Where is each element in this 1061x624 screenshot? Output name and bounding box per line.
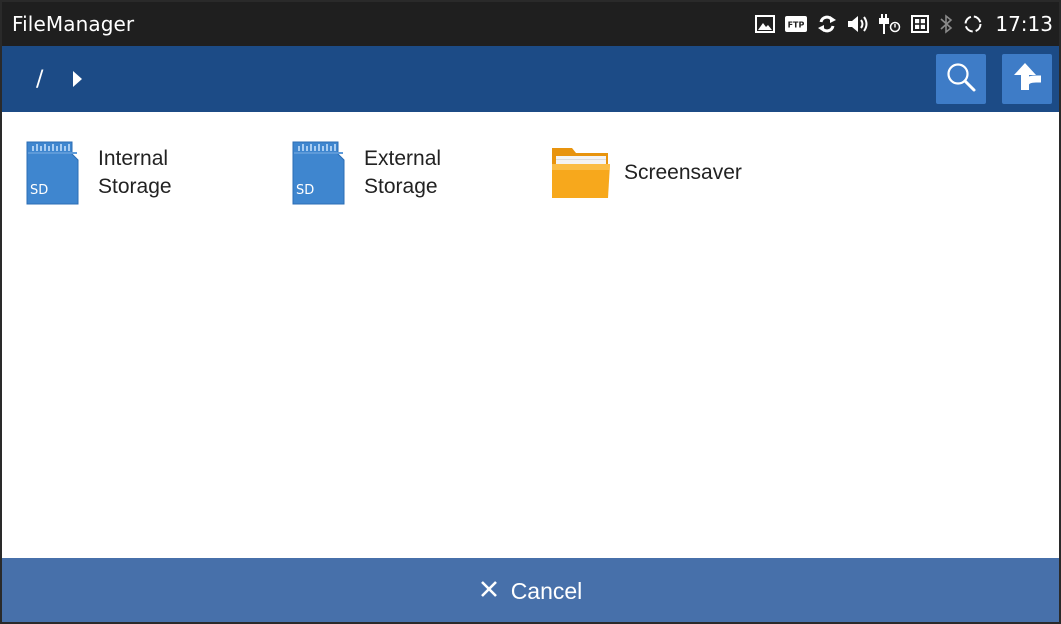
status-bar: FileManager FTP 17:13 — [2, 2, 1059, 46]
cancel-button[interactable]: Cancel — [2, 558, 1059, 622]
folder-icon — [550, 140, 610, 206]
app-title: FileManager — [12, 12, 135, 36]
search-button[interactable] — [936, 54, 986, 104]
bluetooth-icon — [939, 14, 953, 34]
file-label: Internal Storage — [98, 147, 172, 198]
cancel-label: Cancel — [510, 577, 583, 604]
toolbar-buttons — [936, 54, 1059, 104]
up-directory-icon — [1010, 60, 1044, 98]
clock: 17:13 — [995, 12, 1053, 36]
sim-icon — [911, 14, 930, 34]
close-icon — [479, 579, 499, 603]
volume-icon — [847, 14, 869, 34]
up-directory-button[interactable] — [1002, 54, 1052, 104]
breadcrumb-root[interactable]: / — [36, 67, 43, 92]
file-list: SD Internal Storage SD External Storage … — [2, 112, 1059, 558]
ftp-icon: FTP — [785, 14, 808, 34]
file-label: Screensaver — [624, 161, 742, 184]
status-icons: FTP 17:13 — [755, 2, 1059, 46]
sync-icon — [817, 14, 837, 34]
file-manager-window: FileManager FTP 17:13 / SD Internal Stor… — [0, 0, 1061, 624]
file-label: External Storage — [364, 147, 442, 198]
search-icon — [945, 61, 977, 97]
path-toolbar: / — [2, 46, 1059, 112]
svg-text:SD: SD — [30, 183, 48, 198]
image-icon — [755, 14, 776, 34]
file-item-internal-storage[interactable]: SD Internal Storage — [24, 140, 172, 206]
loading-icon — [963, 14, 983, 34]
svg-text:FTP: FTP — [788, 21, 805, 30]
svg-text:SD: SD — [296, 183, 314, 198]
breadcrumb-arrow-icon — [73, 71, 83, 87]
breadcrumb: / — [2, 67, 83, 92]
file-item-external-storage[interactable]: SD External Storage — [290, 140, 441, 206]
usb-icon — [879, 14, 901, 34]
sd-card-icon: SD — [290, 140, 350, 206]
file-item-screensaver[interactable]: Screensaver — [550, 140, 742, 206]
sd-card-icon: SD — [24, 140, 84, 206]
